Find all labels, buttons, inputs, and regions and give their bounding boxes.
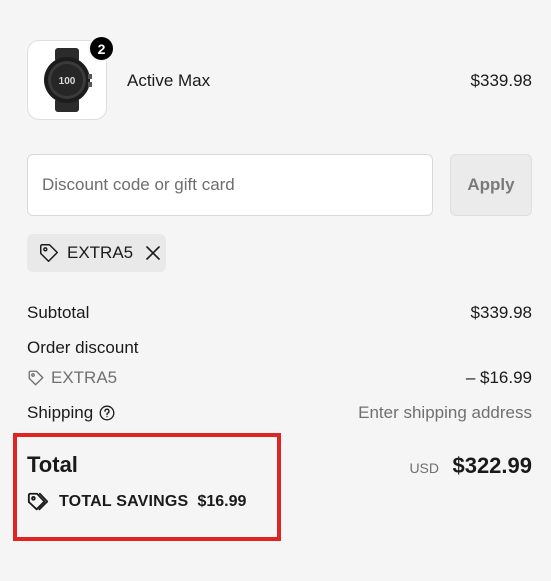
remove-discount-button[interactable] <box>144 244 162 262</box>
order-discount-value: – $16.99 <box>465 368 532 387</box>
discount-code-input[interactable] <box>27 154 433 216</box>
smartwatch-image: 100 <box>44 48 92 112</box>
order-discount-code-row: EXTRA5 <box>27 368 117 388</box>
apply-button[interactable]: Apply <box>450 154 532 216</box>
watch-face-text: 100 <box>59 76 76 87</box>
shipping-value: Enter shipping address <box>358 403 532 422</box>
quantity-badge: 2 <box>88 35 115 62</box>
highlight-annotation-box <box>13 433 281 541</box>
product-name: Active Max <box>127 71 211 90</box>
order-discount-label: Order discount <box>27 338 139 357</box>
subtotal-value: $339.98 <box>470 303 532 322</box>
subtotal-label: Subtotal <box>27 303 90 322</box>
order-discount-code: EXTRA5 <box>51 368 118 387</box>
applied-discount-code: EXTRA5 <box>67 243 134 262</box>
tag-icon <box>28 370 44 386</box>
currency-code: USD <box>409 460 439 476</box>
help-icon <box>99 405 115 421</box>
shipping-help[interactable] <box>99 405 115 421</box>
applied-discount-chip: EXTRA5 <box>27 234 166 272</box>
shipping-label: Shipping <box>27 403 94 422</box>
total-amount: $322.99 <box>452 453 532 478</box>
close-icon <box>146 246 160 260</box>
product-price: $339.98 <box>470 71 532 90</box>
shipping-row: Shipping <box>27 403 115 423</box>
tag-icon <box>40 244 58 262</box>
